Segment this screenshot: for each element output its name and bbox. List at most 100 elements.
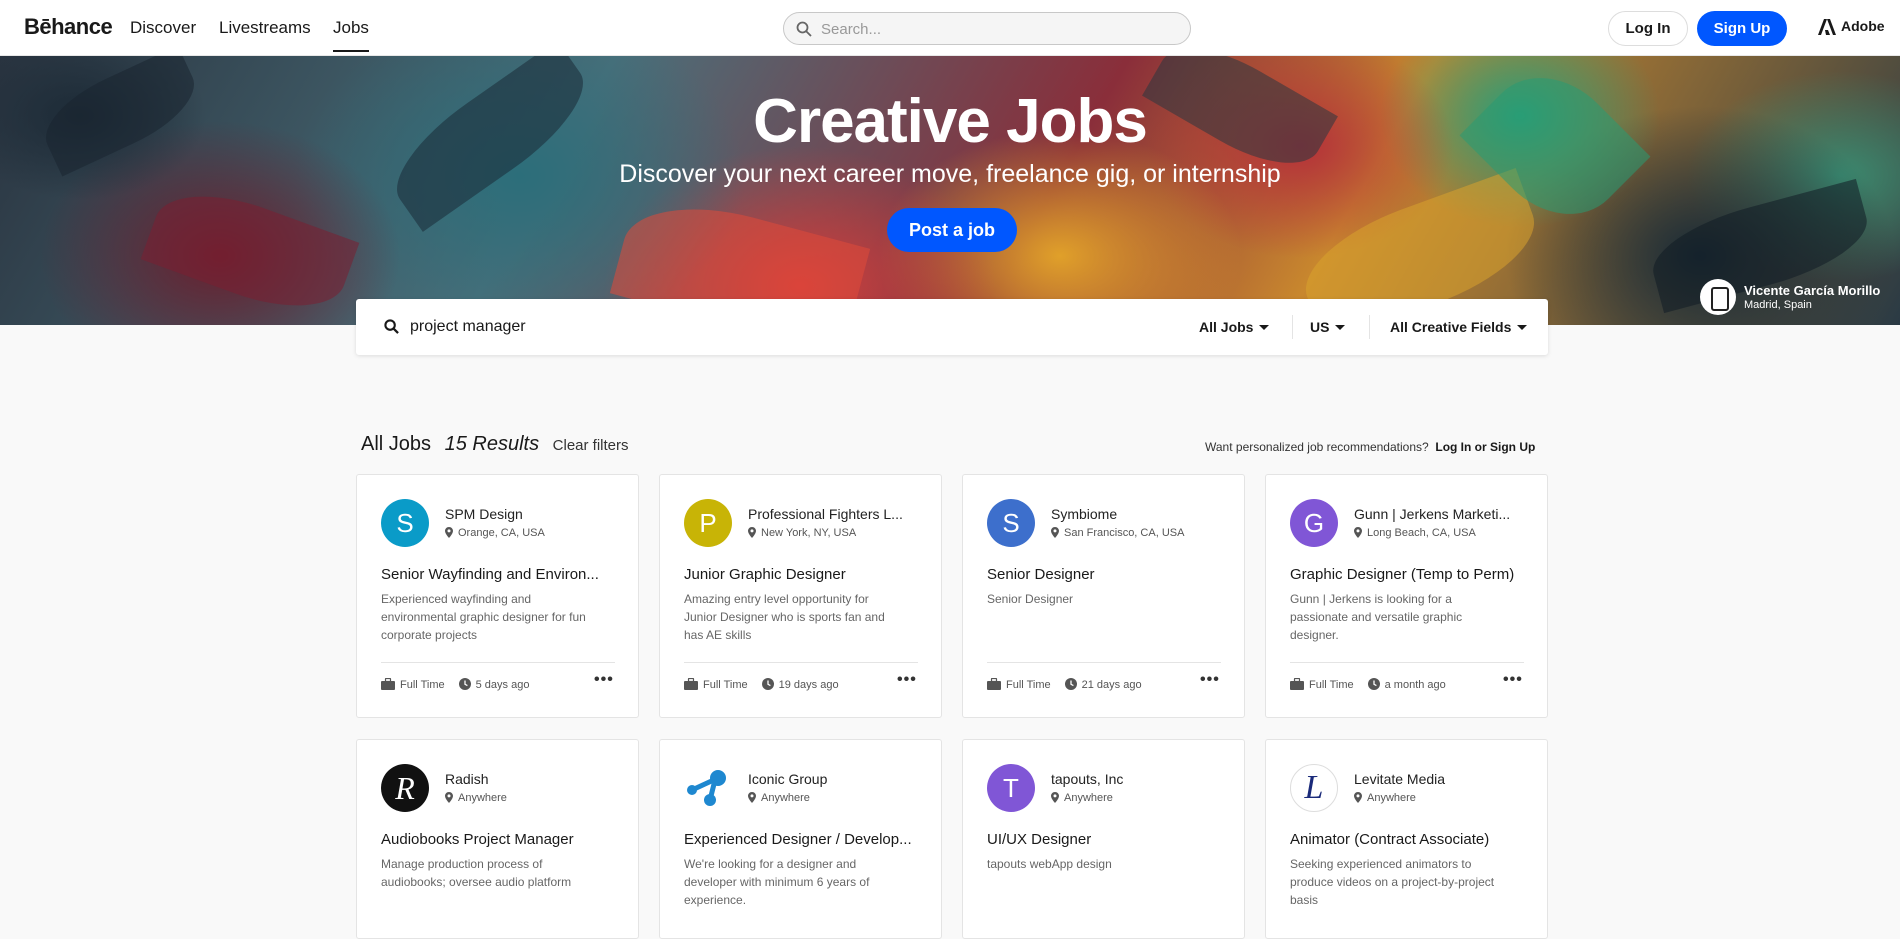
country-label: US [1310,319,1330,335]
job-location-label: Anywhere [1064,792,1113,804]
location-pin-icon [1051,527,1059,538]
iconic-group-logo-icon [687,770,726,806]
chevron-down-icon [1517,325,1528,330]
company-name[interactable]: tapouts, Inc [1051,771,1231,787]
company-avatar[interactable] [684,764,732,812]
job-location-label: Long Beach, CA, USA [1367,527,1476,539]
recommendation-prompt: Want personalized job recommendations? L… [1205,440,1535,454]
card-divider [684,662,918,663]
company-avatar[interactable]: S [381,499,429,547]
adobe-icon [1818,19,1836,36]
creative-fields-dropdown[interactable]: All Creative Fields [1390,319,1528,335]
job-title[interactable]: Senior Designer [987,566,1227,583]
job-card[interactable]: S SPM Design Orange, CA, USA Senior Wayfind… [356,474,639,718]
job-title[interactable]: UI/UX Designer [987,831,1227,848]
job-description: Experienced wayfinding and environmental… [381,592,586,642]
search-input[interactable]: Search... [783,12,1191,45]
creative-fields-label: All Creative Fields [1390,319,1512,335]
job-description: Gunn | Jerkens is looking for a passiona… [1290,592,1463,642]
job-location: Long Beach, CA, USA [1354,527,1476,539]
job-description: We're looking for a designer and develop… [684,857,870,907]
company-name[interactable]: Gunn | Jerkens Marketi... [1354,506,1534,522]
search-icon [796,21,812,37]
briefcase-icon [684,677,698,690]
briefcase-icon [987,677,1001,690]
company-name[interactable]: Symbiome [1051,506,1231,522]
location-pin-icon [445,792,453,803]
job-card[interactable]: P Professional Fighters L... New York, NY,… [659,474,942,718]
job-card[interactable]: Iconic Group Anywhere Experienced Designer… [659,739,942,939]
job-title[interactable]: Animator (Contract Associate) [1290,831,1530,848]
login-button[interactable]: Log In [1608,11,1688,46]
job-location: Anywhere [748,792,810,804]
results-header: All Jobs 15 Results Clear filters [361,433,629,456]
job-title[interactable]: Junior Graphic Designer [684,566,924,583]
card-divider [987,662,1221,663]
company-avatar[interactable]: T [987,764,1035,812]
adobe-label: Adobe [1841,18,1885,34]
chevron-down-icon [1259,325,1270,330]
briefcase-icon [381,677,395,690]
company-name[interactable]: Levitate Media [1354,771,1534,787]
job-type: Full Time [703,679,748,691]
job-location-label: Anywhere [458,792,507,804]
company-name[interactable]: Professional Fighters L... [748,506,928,522]
clock-icon [458,678,471,690]
more-options-icon[interactable]: ••• [1200,671,1220,689]
job-title[interactable]: Senior Wayfinding and Environ... [381,566,621,583]
job-posted-time: 21 days ago [1081,679,1142,691]
more-options-icon[interactable]: ••• [897,671,917,689]
more-options-icon[interactable]: ••• [594,671,614,689]
job-posted-time: 19 days ago [778,679,839,691]
job-location: New York, NY, USA [748,527,856,539]
location-pin-icon [1354,792,1362,803]
adobe-link[interactable]: Adobe [1818,18,1885,36]
nav-jobs[interactable]: Jobs [333,18,369,52]
job-location: San Francisco, CA, USA [1051,527,1184,539]
job-title[interactable]: Graphic Designer (Temp to Perm) [1290,566,1530,583]
login-signup-link[interactable]: Log In or Sign Up [1435,440,1535,454]
nav-livestreams[interactable]: Livestreams [219,18,311,38]
hero-banner: Creative Jobs Discover your next career … [0,56,1900,325]
country-dropdown[interactable]: US [1310,319,1346,335]
company-avatar[interactable]: R [381,764,429,812]
job-description: Senior Designer [987,592,1074,606]
results-count: 15 Results [444,433,540,455]
job-title[interactable]: Experienced Designer / Develop... [684,831,924,848]
behance-logo[interactable]: Bēhance [24,14,113,40]
job-description: Seeking experienced animators to produce… [1290,857,1495,907]
company-avatar[interactable]: G [1290,499,1338,547]
job-type-dropdown[interactable]: All Jobs [1199,319,1270,335]
job-location-label: San Francisco, CA, USA [1064,527,1185,539]
job-card[interactable]: G Gunn | Jerkens Marketi... Long Beach, CA… [1265,474,1548,718]
job-description: Amazing entry level opportunity for Juni… [684,592,885,642]
job-meta: Full Time a month ago [1290,677,1446,691]
company-name[interactable]: Radish [445,771,625,787]
post-job-button[interactable]: Post a job [887,208,1017,252]
company-avatar[interactable]: S [987,499,1035,547]
job-card[interactable]: S Symbiome San Francisco, CA, USA Senior De… [962,474,1245,718]
search-placeholder: Search... [821,21,882,38]
job-card[interactable]: R Radish Anywhere Audiobooks Project Manage… [356,739,639,939]
job-location: Anywhere [1354,792,1416,804]
company-avatar[interactable]: L [1290,764,1338,812]
company-name[interactable]: Iconic Group [748,771,928,787]
signup-button[interactable]: Sign Up [1697,11,1787,46]
location-pin-icon [445,527,453,538]
clear-filters-link[interactable]: Clear filters [553,437,629,454]
clock-icon [1367,678,1380,690]
job-title[interactable]: Audiobooks Project Manager [381,831,621,848]
job-filter-bar: project manager All Jobs US All Creative… [356,299,1548,355]
job-card[interactable]: Ttapouts, Inc Anywhere UI/UX Designer tapou… [962,739,1245,939]
company-name[interactable]: SPM Design [445,506,625,522]
job-card[interactable]: L Levitate Media Anywhere Animator (Contrac… [1265,739,1548,939]
company-avatar[interactable]: P [684,499,732,547]
job-search-input[interactable]: project manager [410,318,526,336]
location-pin-icon [1051,792,1059,803]
divider [1369,315,1370,339]
card-divider [381,662,615,663]
artist-location: Madrid, Spain [1744,299,1812,311]
nav-discover[interactable]: Discover [130,18,196,38]
job-type: Full Time [400,679,445,691]
more-options-icon[interactable]: ••• [1503,671,1523,689]
